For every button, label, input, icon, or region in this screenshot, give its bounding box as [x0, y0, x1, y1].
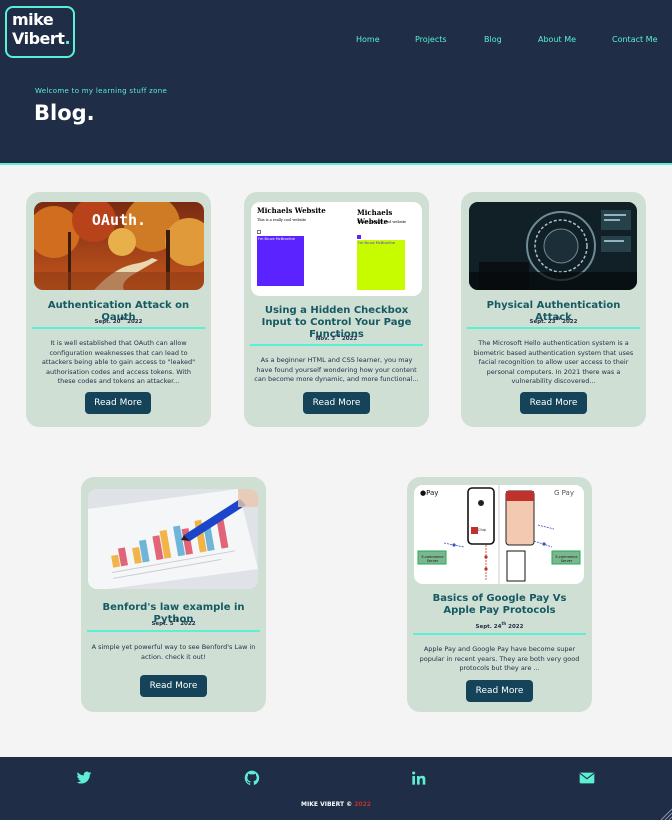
nav-blog[interactable]: Blog	[484, 35, 502, 44]
read-more-button[interactable]: Read More	[85, 392, 151, 414]
blog-card-benfords-law: Benford's law example in Python Sept. 5t…	[81, 477, 266, 712]
thumb-box-right: I'm Bruce McBrocline	[357, 240, 405, 290]
thumb-subtitle-left: This is a really cool website	[257, 218, 307, 222]
chip-label: Chip	[478, 528, 486, 532]
card-thumbnail[interactable]	[469, 202, 637, 290]
card-date: Sept. 20th 2022	[94, 316, 143, 325]
card-excerpt: The Microsoft Hello authentication syste…	[473, 339, 634, 385]
card-thumbnail[interactable]: Michaels Website This is a really cool w…	[251, 202, 422, 296]
resize-grip-icon	[660, 808, 672, 820]
blog-card-hidden-checkbox: Michaels Website This is a really cool w…	[244, 192, 429, 427]
card-divider	[250, 344, 423, 346]
card-thumbnail[interactable]	[88, 489, 258, 589]
main-nav: Home Projects Blog About Me Contact Me	[0, 35, 672, 47]
blog-card-google-apple-pay: ●Pay G Pay E-commerce Server E-commerce …	[407, 477, 592, 712]
site-footer	[0, 757, 672, 820]
nav-contact-me[interactable]: Contact Me	[612, 35, 658, 44]
github-icon[interactable]	[244, 770, 260, 786]
nav-home[interactable]: Home	[356, 35, 380, 44]
thumb-checkbox-right	[357, 235, 361, 239]
card-divider	[413, 633, 586, 635]
nav-projects[interactable]: Projects	[415, 35, 447, 44]
thumb-oauth-text: OAuth.	[92, 211, 146, 229]
card-date: Sept. 24th 2022	[475, 621, 524, 630]
google-pay-label: G Pay	[554, 489, 574, 497]
thumb-heading-left: Michaels Website	[257, 206, 326, 215]
card-thumbnail[interactable]: OAuth.	[34, 202, 204, 290]
card-divider	[467, 327, 640, 329]
linkedin-icon[interactable]	[411, 770, 427, 786]
card-date: Sept. 23th 2022	[529, 316, 578, 325]
nav-about-me[interactable]: About Me	[538, 35, 576, 44]
logo-line-1: mike	[12, 10, 54, 29]
apple-pay-label: ●Pay	[420, 489, 439, 497]
server-label-right: E-commerce Server	[555, 555, 578, 563]
twitter-icon[interactable]	[76, 770, 92, 786]
card-divider	[87, 630, 260, 632]
card-excerpt: It is well established that OAuth can al…	[41, 339, 196, 385]
thumb-box-left: I'm Bruce McBrocline	[257, 236, 304, 286]
card-excerpt: Apple Pay and Google Pay have become sup…	[419, 645, 580, 672]
card-date: Nov. 3rd 2022	[315, 333, 358, 342]
copyright-text: MIKE VIBERT © 2022	[301, 801, 371, 808]
card-excerpt: As a beginner HTML and CSS learner, you …	[254, 356, 419, 383]
read-more-button[interactable]: Read More	[140, 675, 207, 697]
welcome-text: Welcome to my learning stuff zone	[35, 87, 168, 95]
site-header: mike Vibert. Home Projects Blog About Me…	[0, 0, 672, 165]
read-more-button[interactable]: Read More	[466, 680, 533, 702]
email-icon[interactable]	[579, 770, 595, 786]
card-title[interactable]: Basics of Google Pay Vs Apple Pay Protoc…	[407, 593, 592, 617]
read-more-button[interactable]: Read More	[520, 392, 587, 414]
read-more-button[interactable]: Read More	[303, 392, 370, 414]
page-title: Blog.	[34, 101, 95, 125]
blog-card-oauth: OAuth. Authentication Attack on Oauth Se…	[26, 192, 211, 427]
site-logo[interactable]: mike Vibert.	[5, 6, 75, 58]
blog-card-physical-auth: Physical Authentication Attack Sept. 23t…	[461, 192, 646, 427]
card-date: Sept. 5th 2022	[151, 618, 196, 627]
server-label-left: E-commerce Server	[421, 555, 444, 563]
thumb-checkbox-left	[257, 230, 261, 234]
card-divider	[32, 327, 205, 329]
card-excerpt: A simple yet powerful way to see Benford…	[91, 643, 256, 661]
card-thumbnail[interactable]: ●Pay G Pay E-commerce Server E-commerce …	[414, 485, 584, 584]
thumb-subtitle-right: This is a really cool website	[357, 220, 407, 224]
